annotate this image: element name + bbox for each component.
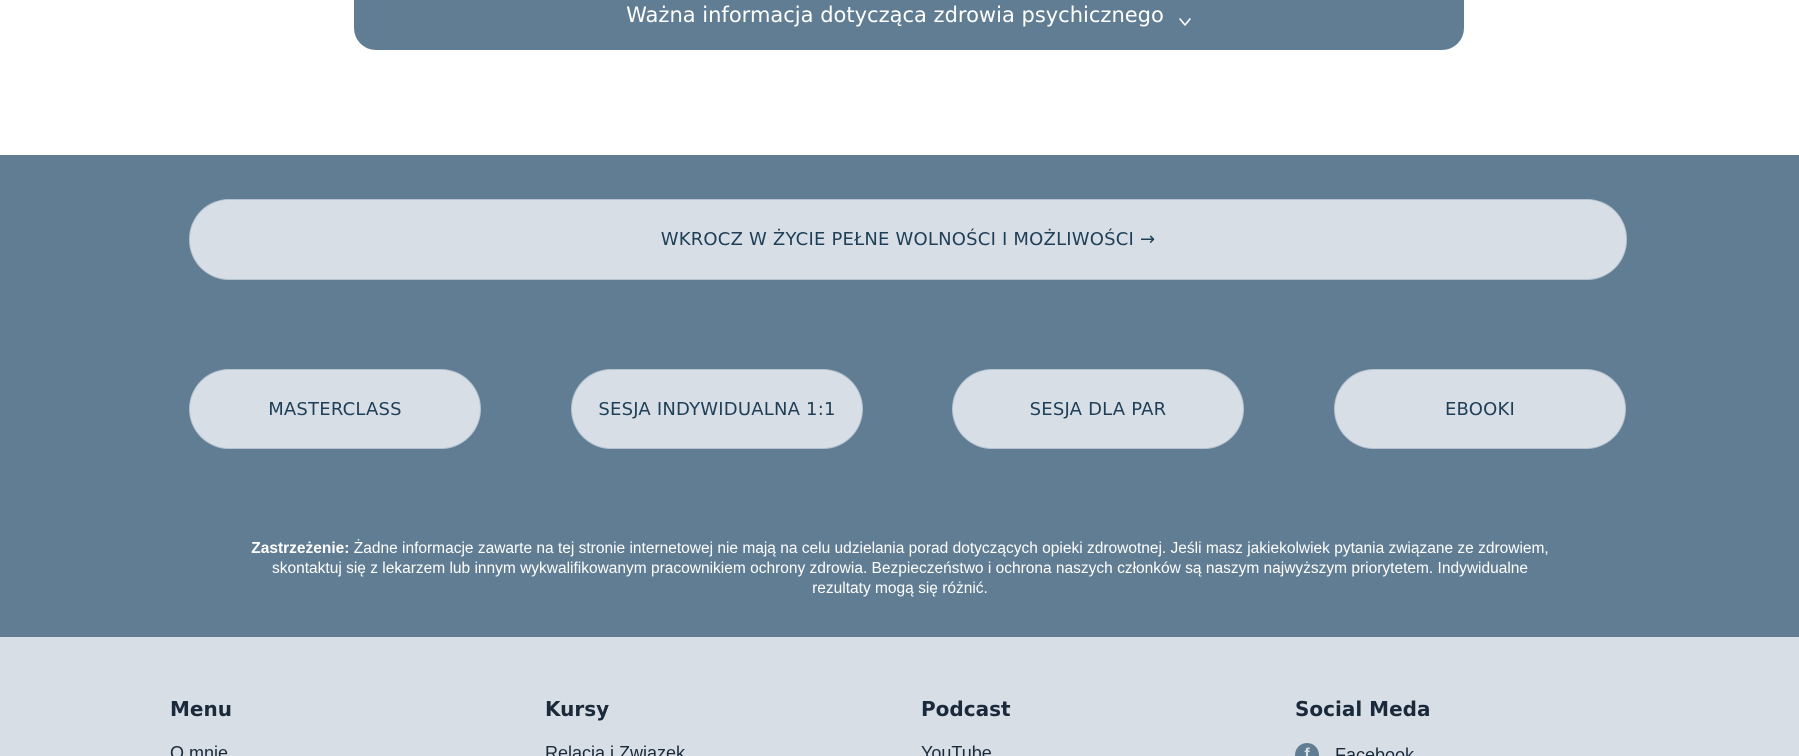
couples-session-button[interactable]: SESJA DLA PAR [952, 369, 1244, 449]
footer-column-social: Social Meda f Facebook [1295, 697, 1430, 756]
facebook-icon: f [1295, 743, 1319, 756]
footer-link-facebook[interactable]: f Facebook [1295, 743, 1430, 756]
disclaimer-body: Żadne informacje zawarte na tej stronie … [272, 540, 1549, 597]
footer-link-label: Relacja i Związek [545, 743, 686, 756]
footer-link-label: Facebook [1335, 744, 1415, 756]
footer-column-menu: Menu O mnie [170, 697, 232, 756]
footer-column-courses: Kursy Relacja i Związek [545, 697, 685, 756]
site-footer: Menu O mnie Kursy Relacja i Związek Podc… [0, 637, 1799, 756]
footer-heading-social: Social Meda [1295, 697, 1431, 721]
footer-link-label: O mnie [170, 743, 229, 756]
ebooks-button[interactable]: EBOOKI [1334, 369, 1626, 449]
footer-link-youtube[interactable]: YouTube [921, 743, 1011, 756]
page: Ważna informacja dotycząca zdrowia psych… [0, 0, 1799, 756]
cta-section: WKROCZ W ŻYCIE PEŁNE WOLNOŚCI I MOŻLIWOŚ… [0, 155, 1799, 637]
disclaimer-title: Zastrzeżenie: [251, 540, 350, 557]
chevron-down-icon [1178, 10, 1192, 26]
info-bar-label: Ważna informacja dotycząca zdrowia psych… [626, 3, 1164, 27]
individual-session-button[interactable]: SESJA INDYWIDUALNA 1:1 [571, 369, 863, 449]
footer-heading-podcast: Podcast [921, 697, 1011, 721]
masterclass-button[interactable]: MASTERCLASS [189, 369, 481, 449]
disclaimer-text: Zastrzeżenie: Żadne informacje zawarte n… [250, 539, 1550, 599]
mental-health-info-toggle[interactable]: Ważna informacja dotycząca zdrowia psych… [354, 0, 1464, 50]
footer-link-label: YouTube [921, 743, 992, 756]
footer-column-podcast: Podcast YouTube [921, 697, 1011, 756]
footer-heading-courses: Kursy [545, 697, 610, 721]
footer-heading-menu: Menu [170, 697, 232, 721]
footer-link-about[interactable]: O mnie [170, 743, 232, 756]
main-cta-button[interactable]: WKROCZ W ŻYCIE PEŁNE WOLNOŚCI I MOŻLIWOŚ… [189, 199, 1627, 280]
footer-link-relationship-course[interactable]: Relacja i Związek [545, 743, 685, 756]
